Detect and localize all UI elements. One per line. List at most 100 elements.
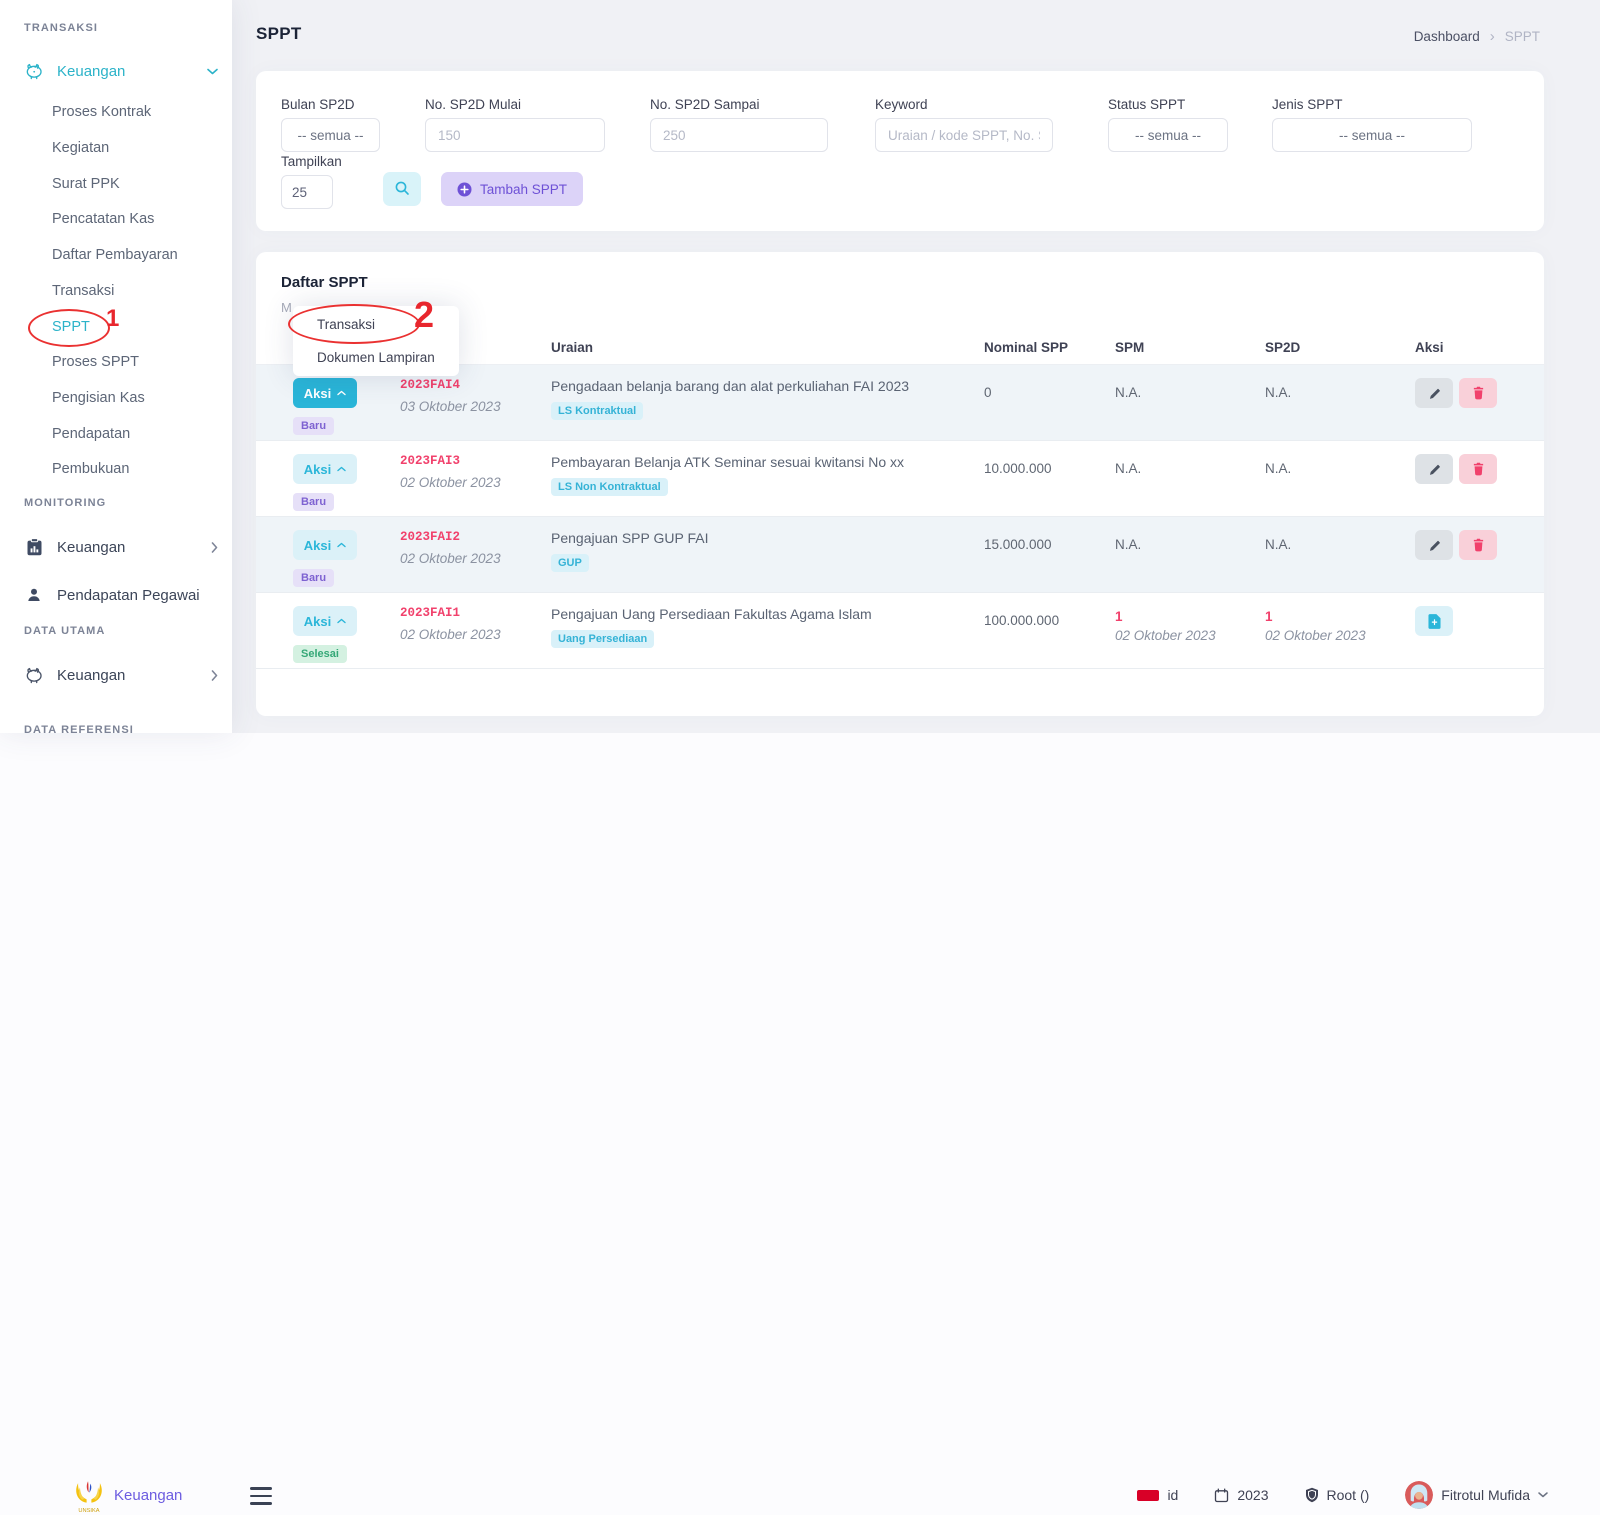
sidebar-item-pembukuan[interactable]: Pembukuan	[52, 461, 129, 477]
sidebar-item-surat-ppk[interactable]: Surat PPK	[52, 176, 120, 192]
sidebar-item-proses-sppt[interactable]: Proses SPPT	[52, 354, 139, 370]
unsika-logo-icon: UNSIKA	[70, 1475, 108, 1515]
sidebar-item-keuangan-monitoring[interactable]: Keuangan	[24, 534, 218, 560]
user-icon	[24, 587, 44, 603]
sidebar-item-daftar-pembayaran[interactable]: Daftar Pembayaran	[52, 247, 178, 263]
sppt-code-link[interactable]: 2023FAI2	[400, 530, 551, 544]
sidebar-item-proses-kontrak[interactable]: Proses Kontrak	[52, 104, 151, 120]
column-header-sp2d: SP2D	[1265, 340, 1415, 355]
keyword-input[interactable]	[875, 118, 1053, 152]
row-aksi-dropdown-button[interactable]: Aksi	[293, 378, 357, 408]
annotation-number-1: 1	[106, 305, 119, 333]
pencil-icon	[1428, 463, 1441, 476]
sidebar-item-label: Keuangan	[57, 63, 194, 80]
sppt-code-link[interactable]: 2023FAI4	[400, 378, 551, 392]
list-title: Daftar SPPT	[281, 274, 368, 291]
menu-toggle-button[interactable]	[250, 1487, 274, 1505]
attachment-button[interactable]	[1415, 606, 1453, 636]
chevron-right-icon	[211, 670, 218, 681]
bulan-sp2d-select[interactable]: -- semua --	[281, 118, 380, 152]
sidebar-item-label: Keuangan	[57, 667, 198, 684]
tambah-sppt-button[interactable]: Tambah SPPT	[441, 172, 583, 206]
sidebar-item-pencatatan-kas[interactable]: Pencatatan Kas	[52, 211, 154, 227]
sidebar-item-pengisian-kas[interactable]: Pengisian Kas	[52, 390, 145, 406]
nominal-value: 0	[984, 365, 1115, 440]
delete-button[interactable]	[1459, 530, 1497, 560]
year-label: 2023	[1237, 1487, 1268, 1503]
delete-button[interactable]	[1459, 378, 1497, 408]
sidebar-item-keuangan-data-utama[interactable]: Keuangan	[24, 662, 218, 688]
jenis-tag: LS Kontraktual	[551, 402, 643, 420]
year-selector[interactable]: 2023	[1214, 1487, 1268, 1503]
sppt-date: 02 Oktober 2023	[400, 475, 551, 490]
row-aksi-dropdown-button[interactable]: Aksi	[293, 454, 357, 484]
chevron-up-icon	[337, 390, 346, 396]
trash-icon	[1472, 462, 1485, 476]
sidebar-item-keuangan-transaksi[interactable]: Keuangan	[24, 58, 218, 84]
indonesia-flag-icon	[1137, 1490, 1159, 1501]
edit-button[interactable]	[1415, 378, 1453, 408]
row-aksi-dropdown-button[interactable]: Aksi	[293, 606, 357, 636]
breadcrumb-dashboard[interactable]: Dashboard	[1414, 29, 1480, 44]
role-indicator[interactable]: Root ()	[1305, 1487, 1370, 1503]
uraian-text: Pengajuan Uang Persediaan Fakultas Agama…	[551, 606, 984, 622]
sppt-code-link[interactable]: 2023FAI1	[400, 606, 551, 620]
language-switcher[interactable]: id	[1137, 1487, 1178, 1503]
jenis-tag: Uang Persediaan	[551, 630, 654, 648]
no-sp2d-sampai-label: No. SP2D Sampai	[650, 97, 828, 112]
status-badge: Selesai	[293, 645, 347, 663]
list-subtext-partial: M	[281, 300, 292, 315]
search-button[interactable]	[383, 172, 421, 206]
sppt-date: 02 Oktober 2023	[400, 551, 551, 566]
delete-button[interactable]	[1459, 454, 1497, 484]
section-label-data-referensi: DATA REFERENSI	[24, 724, 134, 733]
role-label: Root ()	[1327, 1487, 1370, 1503]
nominal-value: 100.000.000	[984, 593, 1115, 668]
dropdown-item-dokumen-lampiran[interactable]: Dokumen Lampiran	[293, 341, 459, 374]
app-logo[interactable]: UNSIKA Keuangan	[70, 1475, 182, 1515]
language-label: id	[1167, 1487, 1178, 1503]
jenis-tag: GUP	[551, 554, 589, 572]
sidebar-item-transaksi[interactable]: Transaksi	[52, 283, 114, 299]
jenis-tag: LS Non Kontraktual	[551, 478, 668, 496]
no-sp2d-mulai-input[interactable]	[425, 118, 605, 152]
spm-value: N.A.	[1115, 365, 1265, 440]
dropdown-item-transaksi[interactable]: Transaksi	[293, 308, 459, 341]
chevron-up-icon	[337, 466, 346, 472]
table-row: Aksi Baru 2023FAI4 03 Oktober 2023 Penga…	[256, 365, 1544, 441]
status-sppt-select[interactable]: -- semua --	[1108, 118, 1228, 152]
tampilkan-label: Tampilkan	[281, 154, 333, 169]
edit-button[interactable]	[1415, 530, 1453, 560]
user-menu[interactable]: Fitrotul Mufida	[1405, 1481, 1548, 1509]
trash-icon	[1472, 538, 1485, 552]
tambah-sppt-label: Tambah SPPT	[480, 182, 567, 197]
avatar	[1405, 1481, 1433, 1509]
column-header-aksi: Aksi	[1415, 340, 1519, 355]
nominal-value: 10.000.000	[984, 441, 1115, 516]
filter-card: Bulan SP2D -- semua -- No. SP2D Mulai No…	[256, 71, 1544, 231]
column-header-nominal-spp: Nominal SPP	[984, 340, 1115, 355]
sidebar-item-pendapatan-pegawai[interactable]: Pendapatan Pegawai	[24, 582, 218, 608]
sppt-list-card: Daftar SPPT M Uraian Nominal SPP SPM SP2…	[256, 252, 1544, 716]
jenis-sppt-select[interactable]: -- semua --	[1272, 118, 1472, 152]
row-aksi-dropdown-button[interactable]: Aksi	[293, 530, 357, 560]
chevron-right-icon	[211, 542, 218, 553]
sppt-code-link[interactable]: 2023FAI3	[400, 454, 551, 468]
tampilkan-input[interactable]	[281, 175, 333, 209]
hamburger-icon	[250, 1487, 272, 1490]
shield-icon	[1305, 1487, 1319, 1503]
column-header-uraian: Uraian	[551, 340, 984, 355]
sidebar-item-pendapatan[interactable]: Pendapatan	[52, 426, 130, 442]
no-sp2d-sampai-input[interactable]	[650, 118, 828, 152]
status-badge: Baru	[293, 417, 334, 435]
edit-button[interactable]	[1415, 454, 1453, 484]
nominal-value: 15.000.000	[984, 517, 1115, 592]
sidebar-item-sppt[interactable]: SPPT	[52, 319, 90, 335]
bottom-bar: UNSIKA Keuangan id 2023 Root ()	[0, 733, 1600, 814]
sidebar-item-kegiatan[interactable]: Kegiatan	[52, 140, 109, 156]
sp2d-date: 02 Oktober 2023	[1265, 628, 1415, 643]
annotation-number-2: 2	[414, 294, 434, 336]
spm-date: 02 Oktober 2023	[1115, 628, 1265, 643]
pencil-icon	[1428, 387, 1441, 400]
section-label-monitoring: MONITORING	[24, 497, 106, 509]
